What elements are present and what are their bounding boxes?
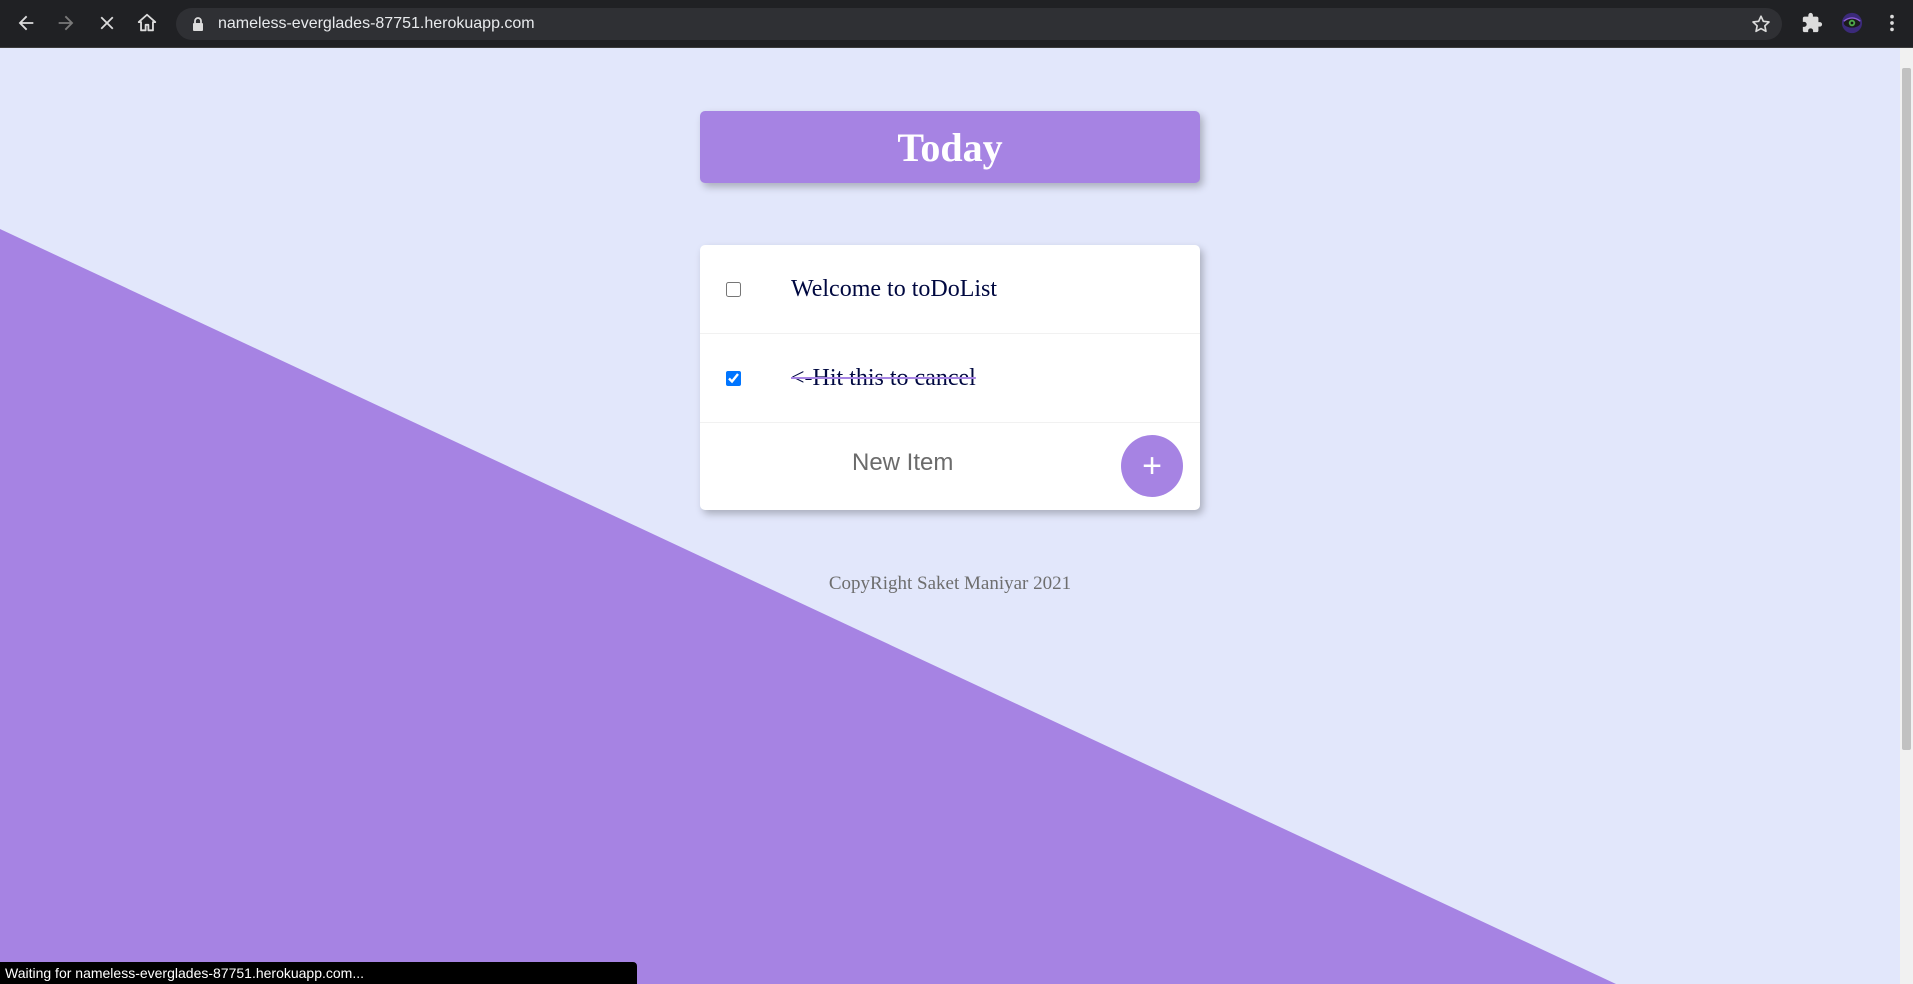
page-title: Today bbox=[897, 124, 1003, 170]
item-checkbox[interactable] bbox=[726, 370, 741, 386]
item-text: Welcome to toDoList bbox=[791, 275, 998, 302]
home-icon[interactable] bbox=[131, 7, 163, 39]
stop-icon[interactable] bbox=[91, 7, 123, 39]
list-item: Welcome to toDoList bbox=[700, 245, 1200, 334]
new-item-form: + bbox=[700, 423, 1200, 511]
forward-icon[interactable] bbox=[50, 7, 82, 39]
star-icon[interactable] bbox=[1750, 13, 1772, 35]
scrollbar[interactable] bbox=[1900, 48, 1913, 984]
browser-toolbar: nameless-everglades-87751.herokuapp.com bbox=[0, 0, 1913, 48]
todo-list: Welcome to toDoList <-Hit this to cancel… bbox=[700, 245, 1200, 510]
item-text: <-Hit this to cancel bbox=[791, 364, 976, 391]
new-item-input[interactable] bbox=[850, 448, 1084, 478]
diagonal-background-shape bbox=[0, 229, 1616, 984]
menu-icon[interactable] bbox=[1876, 7, 1908, 39]
profile-avatar[interactable] bbox=[1836, 7, 1868, 39]
url-text[interactable]: nameless-everglades-87751.herokuapp.com bbox=[218, 15, 535, 33]
copyright-text: CopyRight Saket Maniyar 2021 bbox=[828, 573, 1072, 594]
lock-icon[interactable] bbox=[190, 16, 206, 32]
footer: CopyRight Saket Maniyar 2021 bbox=[700, 573, 1200, 595]
browser-window: nameless-everglades-87751.herokuapp.com bbox=[0, 0, 1913, 984]
list-item: <-Hit this to cancel bbox=[700, 334, 1200, 423]
page-viewport: Today Welcome to toDoList <-Hit this to … bbox=[0, 48, 1900, 984]
back-icon[interactable] bbox=[10, 7, 42, 39]
item-checkbox[interactable] bbox=[726, 281, 741, 297]
status-bar: Waiting for nameless-everglades-87751.he… bbox=[0, 962, 637, 984]
extensions-icon[interactable] bbox=[1796, 7, 1828, 39]
add-item-button[interactable]: + bbox=[1121, 435, 1183, 497]
scrollbar-thumb[interactable] bbox=[1902, 68, 1911, 750]
address-bar[interactable]: nameless-everglades-87751.herokuapp.com bbox=[176, 8, 1782, 40]
heading-box: Today bbox=[700, 111, 1200, 183]
